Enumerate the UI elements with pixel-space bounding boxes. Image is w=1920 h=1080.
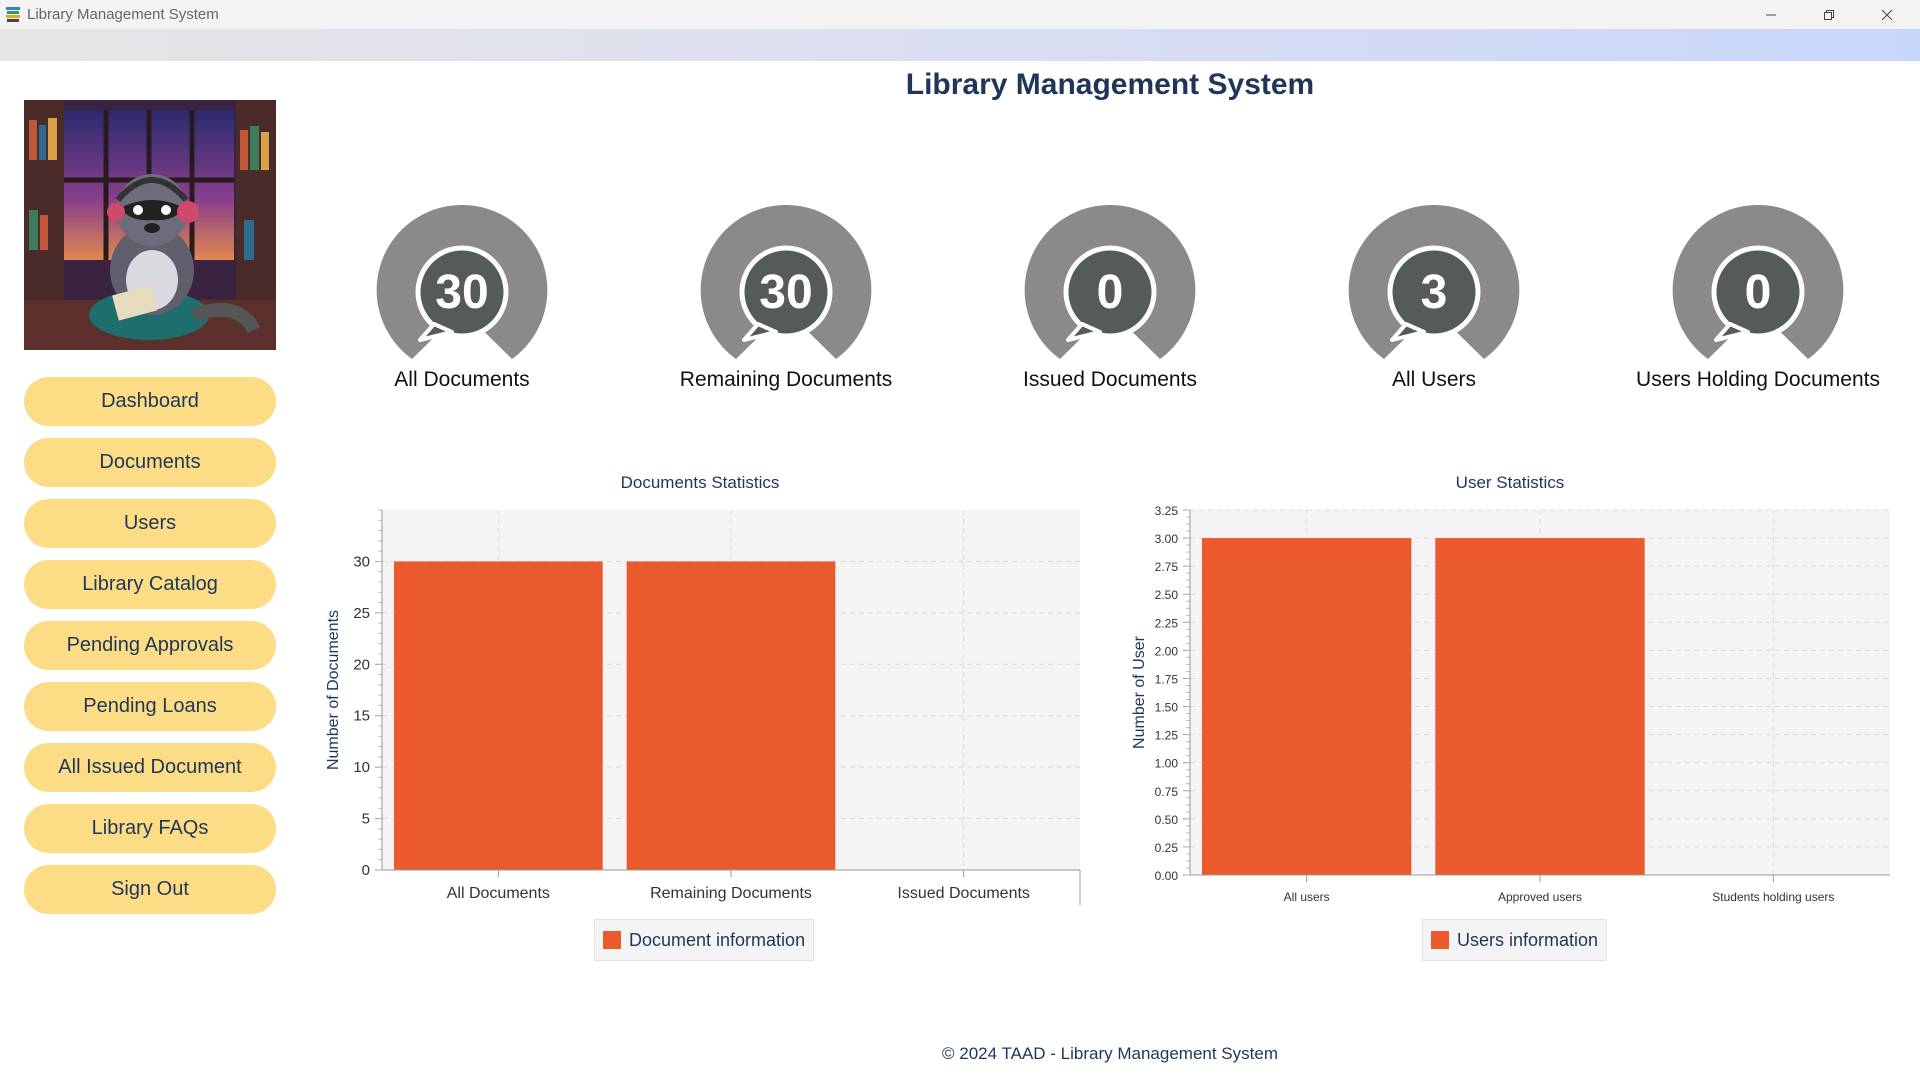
stat-value: 30 [759,266,812,319]
nav-library-catalog-button[interactable]: Library Catalog [24,560,276,609]
x-tick-label: All Documents [447,885,550,902]
y-tick-label: 1.50 [1155,701,1179,715]
stat-value: 0 [1097,266,1124,319]
legend-swatch [603,931,621,949]
stat-badge-icon: 3 [1348,204,1520,359]
x-tick-label: Remaining Documents [650,885,812,902]
nav-dashboard-button[interactable]: Dashboard [24,377,276,426]
page-title: Library Management System [905,68,1315,101]
y-tick-label: 3.25 [1155,504,1179,518]
y-tick-label: 1.75 [1155,672,1179,686]
y-tick-label: 0 [362,862,370,879]
bar [394,561,603,870]
y-tick-label: 15 [353,708,370,725]
nav-sign-out-button[interactable]: Sign Out [24,865,276,914]
y-tick-label: 25 [353,605,370,622]
legend-label: Users information [1457,929,1599,950]
stat-value: 0 [1745,266,1772,319]
nav-users-button[interactable]: Users [24,499,276,548]
stat-badge-icon: 0 [1672,204,1844,359]
window-title: Library Management System [27,6,219,23]
nav-all-issued-document-button[interactable]: All Issued Document [24,743,276,792]
nav-pending-loans-button[interactable]: Pending Loans [24,682,276,731]
nav-pending-approvals-button[interactable]: Pending Approvals [24,621,276,670]
stat-label: Users Holding Documents [1636,368,1880,391]
y-tick-label: 3.00 [1155,532,1179,546]
stat-card: 30 All Documents [322,200,602,392]
stat-badge-icon: 30 [700,204,872,359]
restore-button[interactable] [1800,0,1858,29]
y-tick-label: 0.50 [1155,813,1179,827]
nav-library-faqs-button[interactable]: Library FAQs [24,804,276,853]
window-titlebar: Library Management System [0,0,1920,29]
close-icon [1881,9,1893,20]
y-tick-label: 20 [353,656,370,673]
minimize-button[interactable] [1742,0,1800,29]
y-axis-label: Number of Documents [325,610,342,770]
legend-swatch [1431,931,1449,949]
users-chart-title: User Statistics [1455,473,1565,492]
y-tick-label: 0.25 [1155,841,1179,855]
stat-card: 3 All Users [1294,200,1574,392]
x-tick-label: All users [1284,890,1330,904]
user-statistics-chart: 0.00 0.25 0.50 0.75 1.00 1.25 1.50 1.75 2.00 2.25… [1131,504,1890,904]
bar [1202,538,1412,875]
stat-label: Remaining Documents [679,368,893,391]
documents-statistics-chart: 0 5 10 15 20 25 30 All Documents Remaining Docum… [325,509,1081,905]
users-chart-legend: Users information [1422,919,1608,961]
bar [1435,538,1645,875]
x-tick-label: Approved users [1498,890,1582,904]
y-tick-label: 5 [362,811,370,828]
x-tick-label: Issued Documents [897,885,1030,902]
y-axis-label: Number of User [1131,635,1148,749]
nav-documents-button[interactable]: Documents [24,438,276,487]
y-tick-label: 2.75 [1155,560,1179,574]
raccoon-reading-illustration [24,100,276,350]
stat-badge-icon: 0 [1024,204,1196,359]
y-tick-label: 2.50 [1155,588,1179,602]
header-band [0,29,1920,61]
restore-icon [1824,9,1834,20]
stat-card: 0 Issued Documents [970,200,1250,392]
stat-label: All Users [1391,368,1476,391]
stat-badge-icon: 30 [376,204,548,359]
y-tick-label: 0.00 [1155,869,1179,883]
y-tick-label: 1.00 [1155,757,1179,771]
stat-value: 30 [435,266,488,319]
app-books-icon [6,7,20,22]
y-tick-label: 10 [353,759,370,776]
documents-chart-title: Documents Statistics [620,473,780,492]
stat-label: All Documents [394,368,530,391]
stat-card: 0 Users Holding Documents [1618,200,1898,392]
stat-card: 30 Remaining Documents [646,200,926,392]
bar [626,561,836,870]
y-tick-label: 0.75 [1155,785,1179,799]
y-tick-label: 2.00 [1155,644,1179,658]
minimize-icon [1766,14,1776,15]
footer-copyright: © 2024 TAAD - Library Management System [942,1044,1278,1063]
stat-value: 3 [1421,266,1448,319]
y-tick-label: 30 [353,553,370,570]
close-button[interactable] [1858,0,1916,29]
x-tick-label: Students holding users [1712,890,1834,904]
y-tick-label: 1.25 [1155,729,1179,743]
y-tick-label: 2.25 [1155,616,1179,630]
stat-label: Issued Documents [1023,368,1197,391]
documents-chart-legend: Document information [594,919,815,961]
legend-label: Document information [629,929,806,950]
